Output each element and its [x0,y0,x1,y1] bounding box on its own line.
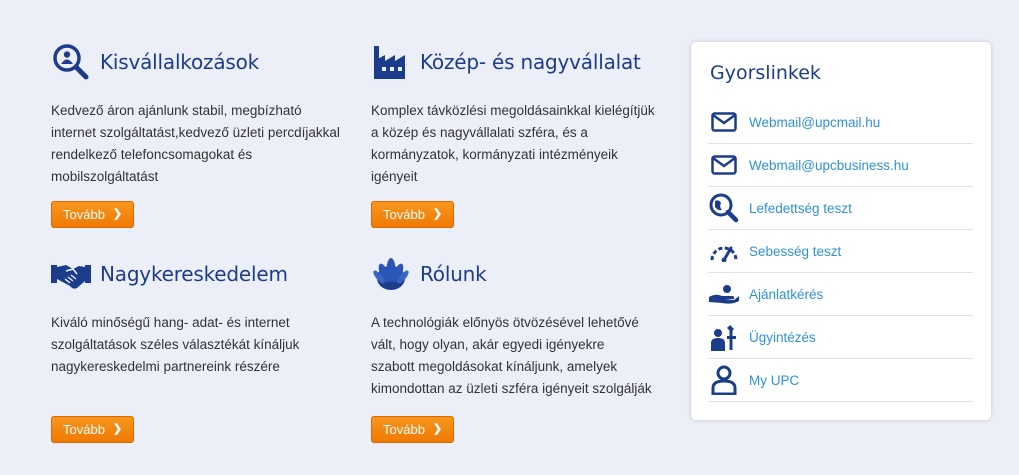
hand-offer-icon [708,278,740,310]
handshake-icon [51,254,91,294]
quicklink-ugyintezes[interactable]: Ügyintézés [708,316,973,359]
service-person-icon [708,321,740,353]
quicklink-my-upc[interactable]: My UPC [708,359,973,402]
chevron-right-icon: ❯ [112,423,123,435]
quicklink-label: Ajánlatkérés [749,286,824,302]
search-person-icon [51,42,91,82]
quicklink-label: My UPC [749,372,800,388]
quicklink-label: Ügyintézés [749,329,816,345]
tovabb-button[interactable]: Tovább ❯ [51,201,135,228]
chevron-right-icon: ❯ [432,423,443,435]
quicklink-label: Webmail@upcbusiness.hu [749,157,909,173]
card-kisvallalkozasok: Kisvállalkozások Kedvező áron ajánlunk s… [51,42,351,232]
chevron-right-icon: ❯ [432,208,443,220]
panel-title: Gyorslinkek [710,62,821,84]
quicklink-ajanlatkeres[interactable]: Ajánlatkérés [708,273,973,316]
quicklink-lefedettseg-teszt[interactable]: Lefedettség teszt [708,187,973,230]
card-description: A technológiák előnyös ötvözésével lehet… [371,315,652,396]
card-description: Komplex távközlési megoldásainkkal kielé… [371,103,655,184]
quicklinks-list: Webmail@upcmail.hu Webmail@upcbusiness.h… [708,101,973,402]
card-title: Rólunk [420,262,487,286]
quicklink-label: Lefedettség teszt [749,200,852,216]
envelope-icon [708,149,740,181]
quicklink-webmail-upcmail[interactable]: Webmail@upcmail.hu [708,101,973,144]
card-title: Kisvállalkozások [100,50,260,74]
envelope-icon [708,106,740,138]
quicklink-webmail-upcbusiness[interactable]: Webmail@upcbusiness.hu [708,144,973,187]
upc-logo-icon [371,254,411,294]
tovabb-button[interactable]: Tovább ❯ [371,201,455,228]
chevron-right-icon: ❯ [112,208,123,220]
card-rolunk: Rólunk A technológiák előnyös ötvözéséve… [371,254,671,444]
quicklink-label: Sebesség teszt [749,243,842,259]
tovabb-button[interactable]: Tovább ❯ [371,416,455,443]
card-title: Nagykereskedelem [100,262,288,286]
globe-search-icon [708,192,740,224]
card-description: Kedvező áron ajánlunk stabil, megbízható… [51,103,340,184]
card-title: Közép- és nagyvállalat [420,50,641,74]
card-description: Kiváló minőségű hang- adat- és internet … [51,315,300,374]
speedometer-icon [708,235,740,267]
card-nagykereskedelem: Nagykereskedelem Kiváló minőségű hang- a… [51,254,351,444]
tovabb-button[interactable]: Tovább ❯ [51,416,135,443]
quicklinks-panel: Gyorslinkek Webmail@upcmail.hu Webmail@u… [691,42,991,420]
quicklink-label: Webmail@upcmail.hu [749,114,881,130]
card-kozep-nagyvallalat: Közép- és nagyvállalat Komplex távközlés… [371,42,671,232]
factory-icon [371,42,411,82]
quicklink-sebesseg-teszt[interactable]: Sebesség teszt [708,230,973,273]
user-icon [708,364,740,396]
